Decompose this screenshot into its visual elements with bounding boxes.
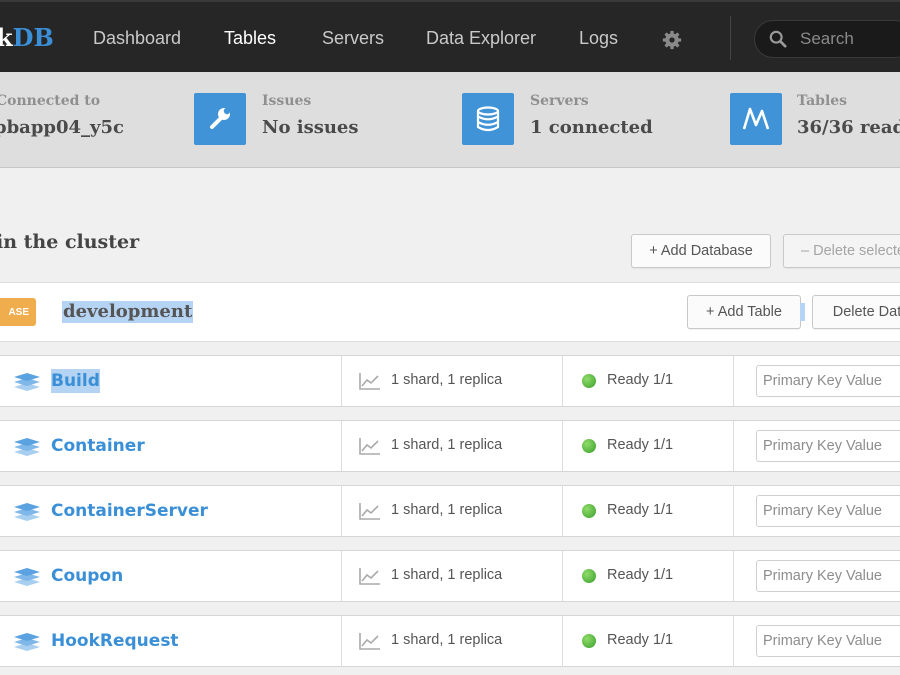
top-navbar: kDB Dashboard Tables Servers Data Explor…	[0, 0, 900, 72]
table-row: Coupon 1 shard, 1 replica Ready 1/1	[0, 550, 900, 602]
nav-dashboard[interactable]: Dashboard	[93, 28, 181, 49]
database-badge: ASE	[0, 298, 36, 326]
layers-icon	[14, 438, 40, 456]
issues-value[interactable]: No issues	[262, 117, 359, 138]
add-table-button[interactable]: + Add Table	[687, 295, 801, 329]
column-divider	[733, 486, 734, 536]
column-divider	[733, 551, 734, 601]
layers-icon	[14, 373, 40, 391]
shard-info: 1 shard, 1 replica	[391, 632, 503, 648]
table-name-link[interactable]: Container	[51, 434, 145, 458]
column-divider	[733, 421, 734, 471]
connected-value: pbapp04_y5c	[0, 117, 124, 138]
primary-key-input[interactable]	[756, 495, 900, 527]
shard-info: 1 shard, 1 replica	[391, 437, 503, 453]
nav-logs[interactable]: Logs	[579, 28, 618, 49]
primary-key-input[interactable]	[756, 625, 900, 657]
layers-icon	[14, 503, 40, 521]
selection-highlight	[800, 303, 805, 321]
search-icon	[769, 30, 787, 48]
brand-text-part2: DB	[12, 23, 54, 52]
column-divider	[341, 616, 342, 666]
primary-key-input[interactable]	[756, 560, 900, 592]
search-input[interactable]	[800, 29, 900, 49]
column-divider	[562, 421, 563, 471]
search-box[interactable]	[754, 20, 900, 58]
cluster-status-bar: Connected to pbapp04_y5c Issues No issue…	[0, 72, 900, 168]
brand-logo[interactable]: kDB	[0, 23, 54, 52]
table-status: Ready 1/1	[607, 437, 674, 453]
shard-info: 1 shard, 1 replica	[391, 567, 503, 583]
database-icon	[462, 93, 514, 145]
column-divider	[562, 551, 563, 601]
status-dot-icon	[582, 504, 596, 518]
column-divider	[733, 356, 734, 406]
tables-value[interactable]: 36/36 read	[797, 117, 900, 138]
shard-info: 1 shard, 1 replica	[391, 372, 503, 388]
database-header: ASE development + Add Table Delete Dat	[0, 282, 900, 342]
nav-divider	[730, 16, 731, 60]
add-database-button[interactable]: + Add Database	[631, 234, 771, 268]
column-divider	[341, 356, 342, 406]
nav-data-explorer[interactable]: Data Explorer	[426, 28, 536, 49]
status-dot-icon	[582, 374, 596, 388]
table-row: ContainerServer 1 shard, 1 replica Ready…	[0, 485, 900, 537]
column-divider	[562, 486, 563, 536]
column-divider	[562, 356, 563, 406]
tables-chart-icon	[730, 93, 782, 145]
line-chart-icon	[359, 438, 380, 455]
layers-icon	[14, 568, 40, 586]
table-row: Build 1 shard, 1 replica Ready 1/1	[0, 355, 900, 407]
table-name-link[interactable]: HookRequest	[51, 629, 179, 653]
connected-label: Connected to	[0, 93, 101, 109]
table-row: Container 1 shard, 1 replica Ready 1/1	[0, 420, 900, 472]
database-name[interactable]: development	[62, 301, 194, 323]
column-divider	[341, 486, 342, 536]
primary-key-input[interactable]	[756, 430, 900, 462]
line-chart-icon	[359, 633, 380, 650]
nav-servers[interactable]: Servers	[322, 28, 384, 49]
section-title: in the cluster	[0, 231, 140, 253]
primary-key-input[interactable]	[756, 365, 900, 397]
shard-info: 1 shard, 1 replica	[391, 502, 503, 518]
status-dot-icon	[582, 569, 596, 583]
tables-main-area: in the cluster + Add Database – Delete s…	[0, 169, 900, 675]
tables-label: Tables	[797, 93, 848, 109]
column-divider	[341, 551, 342, 601]
nav-tables[interactable]: Tables	[224, 28, 276, 49]
delete-selected-button[interactable]: – Delete selecte	[783, 234, 900, 268]
line-chart-icon	[359, 373, 380, 390]
table-row: HookRequest 1 shard, 1 replica Ready 1/1	[0, 615, 900, 667]
servers-value[interactable]: 1 connected	[530, 117, 653, 138]
status-dot-icon	[582, 634, 596, 648]
table-status: Ready 1/1	[607, 502, 674, 518]
servers-label: Servers	[530, 93, 589, 109]
line-chart-icon	[359, 503, 380, 520]
delete-database-button[interactable]: Delete Dat	[812, 295, 900, 329]
wrench-icon	[194, 93, 246, 145]
brand-text-part1: k	[0, 23, 13, 52]
gear-icon[interactable]	[662, 30, 682, 50]
column-divider	[562, 616, 563, 666]
table-name-link[interactable]: ContainerServer	[51, 499, 208, 523]
table-status: Ready 1/1	[607, 632, 674, 648]
line-chart-icon	[359, 568, 380, 585]
table-name-link[interactable]: Coupon	[51, 564, 123, 588]
layers-icon	[14, 633, 40, 651]
issues-label: Issues	[262, 93, 312, 109]
table-name-link[interactable]: Build	[51, 369, 100, 393]
status-dot-icon	[582, 439, 596, 453]
column-divider	[341, 421, 342, 471]
table-status: Ready 1/1	[607, 567, 674, 583]
column-divider	[733, 616, 734, 666]
table-status: Ready 1/1	[607, 372, 674, 388]
